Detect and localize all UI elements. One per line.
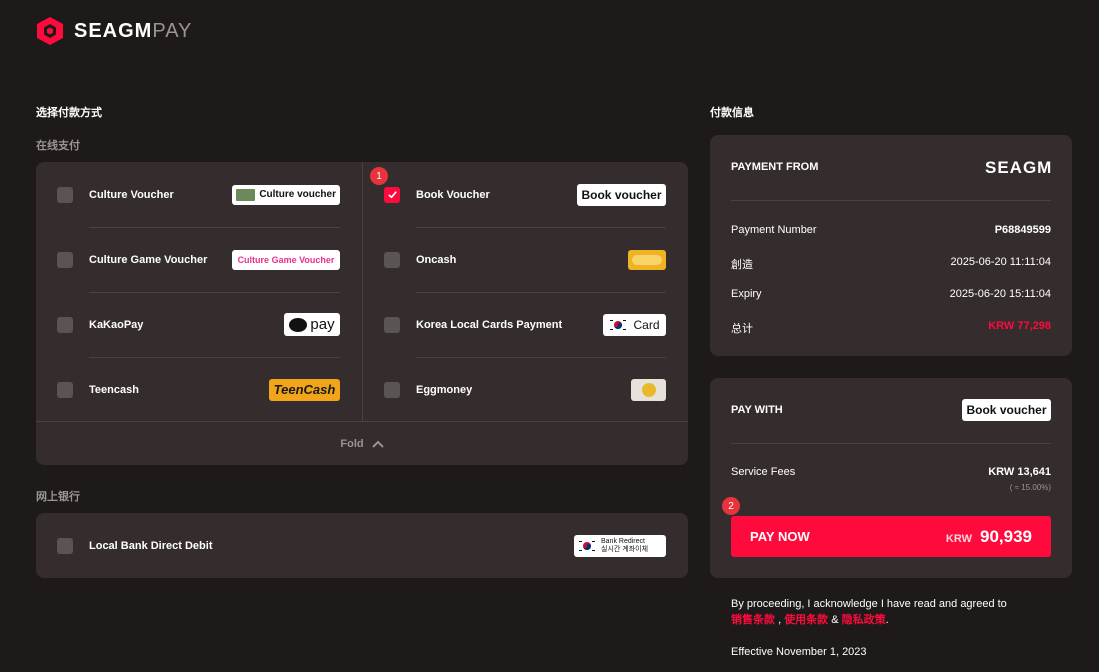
- service-fees-row: Service Fees KRW 13,641: [731, 466, 1051, 478]
- checkbox[interactable]: [384, 251, 400, 268]
- checkbox[interactable]: [57, 251, 73, 268]
- seagm-wordmark: SEAGM: [985, 158, 1053, 177]
- fold-toggle[interactable]: Fold: [36, 421, 688, 465]
- payment-number-row: Payment Number P68849599: [731, 224, 1051, 236]
- bank-redirect-text: Bank Redirect: [601, 537, 645, 545]
- egg-icon: [641, 382, 656, 397]
- online-banking-subtitle: 网上银行: [36, 491, 80, 503]
- checkbox[interactable]: [384, 316, 400, 333]
- effective-date: Effective November 1, 2023: [731, 646, 867, 658]
- culture-voucher-logo: Culture voucher: [232, 184, 340, 205]
- created-row: 創造 2025-06-20 11:11:04: [731, 256, 1051, 272]
- service-fees-label: Service Fees: [731, 466, 796, 478]
- fold-label: Fold: [340, 437, 364, 450]
- service-fees-value: KRW 13,641: [988, 466, 1051, 478]
- oncash-logo: [628, 249, 666, 270]
- method-culture-game-voucher[interactable]: Culture Game Voucher Culture Game Vouche…: [57, 227, 340, 292]
- method-label: Culture Game Voucher: [89, 253, 208, 266]
- checkbox[interactable]: [57, 537, 73, 554]
- method-eggmoney[interactable]: Eggmoney: [384, 357, 666, 422]
- pay-with-label: PAY WITH: [731, 404, 783, 416]
- method-label: Book Voucher: [416, 188, 490, 201]
- payment-from-label: PAYMENT FROM: [731, 161, 819, 173]
- created-value: 2025-06-20 11:11:04: [950, 256, 1051, 268]
- bank-redirect-logo: Bank Redirect 실시간 계좌이체: [574, 534, 666, 557]
- method-book-voucher[interactable]: Book Voucher Book voucher: [384, 162, 666, 227]
- terms-of-sale-link[interactable]: 销售条款: [731, 614, 775, 626]
- step-2-badge: 2: [722, 497, 740, 515]
- pay-now-label: PAY NOW: [750, 529, 810, 544]
- eggmoney-logo: [631, 378, 666, 401]
- method-kakaopay[interactable]: KaKaoPay pay: [57, 292, 340, 357]
- row-label: Expiry: [731, 288, 762, 300]
- pay-currency: KRW: [945, 532, 972, 545]
- pay-amount: 90,939: [980, 526, 1032, 546]
- method-teencash[interactable]: Teencash TeenCash: [57, 357, 340, 422]
- bank-redirect-korean-text: 실시간 계좌이체: [601, 545, 649, 553]
- method-label: Teencash: [89, 383, 139, 396]
- kakaopay-logo: pay: [284, 313, 340, 336]
- teencash-logo: TeenCash: [269, 378, 340, 401]
- row-label: 創造: [731, 259, 753, 271]
- checkbox-checked[interactable]: [384, 186, 400, 203]
- checkbox[interactable]: [384, 381, 400, 398]
- book-voucher-logo: Book voucher: [962, 399, 1051, 421]
- total-label: 总计: [731, 323, 753, 335]
- method-oncash[interactable]: Oncash: [384, 227, 666, 292]
- seagm-logo-icon: [37, 17, 63, 45]
- online-payment-subtitle: 在线支付: [36, 140, 80, 152]
- section-divider: [731, 200, 1051, 201]
- method-label: Eggmoney: [416, 383, 473, 396]
- expiry-value: 2025-06-20 15:11:04: [949, 288, 1051, 300]
- row-label: Payment Number: [731, 224, 817, 236]
- korea-card-logo: Card: [603, 313, 666, 336]
- section-divider: [731, 443, 1051, 444]
- chevron-up-icon: [371, 440, 384, 448]
- speech-bubble-icon: [289, 317, 308, 332]
- total-row: 总计 KRW 77,298: [731, 320, 1051, 336]
- legal-text: By proceeding, I acknowledge I have read…: [731, 598, 1007, 610]
- method-culture-voucher[interactable]: Culture Voucher Culture voucher: [57, 162, 340, 227]
- checkbox[interactable]: [57, 381, 73, 398]
- payment-method-title: 选择付款方式: [36, 107, 102, 119]
- terms-of-use-link[interactable]: 使用条款: [784, 614, 828, 626]
- total-value: KRW 77,298: [988, 320, 1051, 332]
- seagm-pay-logo[interactable]: SEAGMPAY: [36, 16, 192, 46]
- korea-flag-icon: [579, 540, 595, 551]
- oncash-card-icon: [632, 254, 662, 265]
- payment-number-value: P68849599: [994, 224, 1051, 236]
- checkbox[interactable]: [57, 316, 73, 333]
- check-icon: [387, 191, 397, 199]
- method-label: Local Bank Direct Debit: [89, 539, 213, 552]
- book-voucher-logo: Book voucher: [577, 183, 666, 206]
- expiry-row: Expiry 2025-06-20 15:11:04: [731, 288, 1051, 300]
- pay-now-button[interactable]: PAY NOW KRW 90,939: [731, 516, 1051, 557]
- method-label: Korea Local Cards Payment: [416, 318, 563, 331]
- column-divider: [362, 162, 363, 421]
- method-local-bank-direct-debit[interactable]: Local Bank Direct Debit Bank Redirect 실시…: [57, 513, 666, 578]
- payment-info-title: 付款信息: [710, 107, 754, 119]
- step-1-badge: 1: [370, 167, 388, 185]
- legal-notice: By proceeding, I acknowledge I have read…: [731, 598, 1007, 626]
- checkbox[interactable]: [57, 186, 73, 203]
- logo-wordmark: SEAGMPAY: [74, 19, 193, 42]
- method-korea-local-cards[interactable]: Korea Local Cards Payment Card: [384, 292, 666, 357]
- privacy-policy-link[interactable]: 隐私政策: [842, 614, 886, 626]
- method-label: Oncash: [416, 253, 457, 266]
- korea-flag-icon: [610, 319, 627, 330]
- culture-game-voucher-logo: Culture Game Voucher: [232, 249, 340, 270]
- voucher-image-icon: [236, 188, 256, 201]
- service-fees-percent: ( ≈ 15.00%): [1009, 483, 1051, 492]
- method-label: KaKaoPay: [89, 318, 144, 331]
- method-label: Culture Voucher: [89, 188, 174, 201]
